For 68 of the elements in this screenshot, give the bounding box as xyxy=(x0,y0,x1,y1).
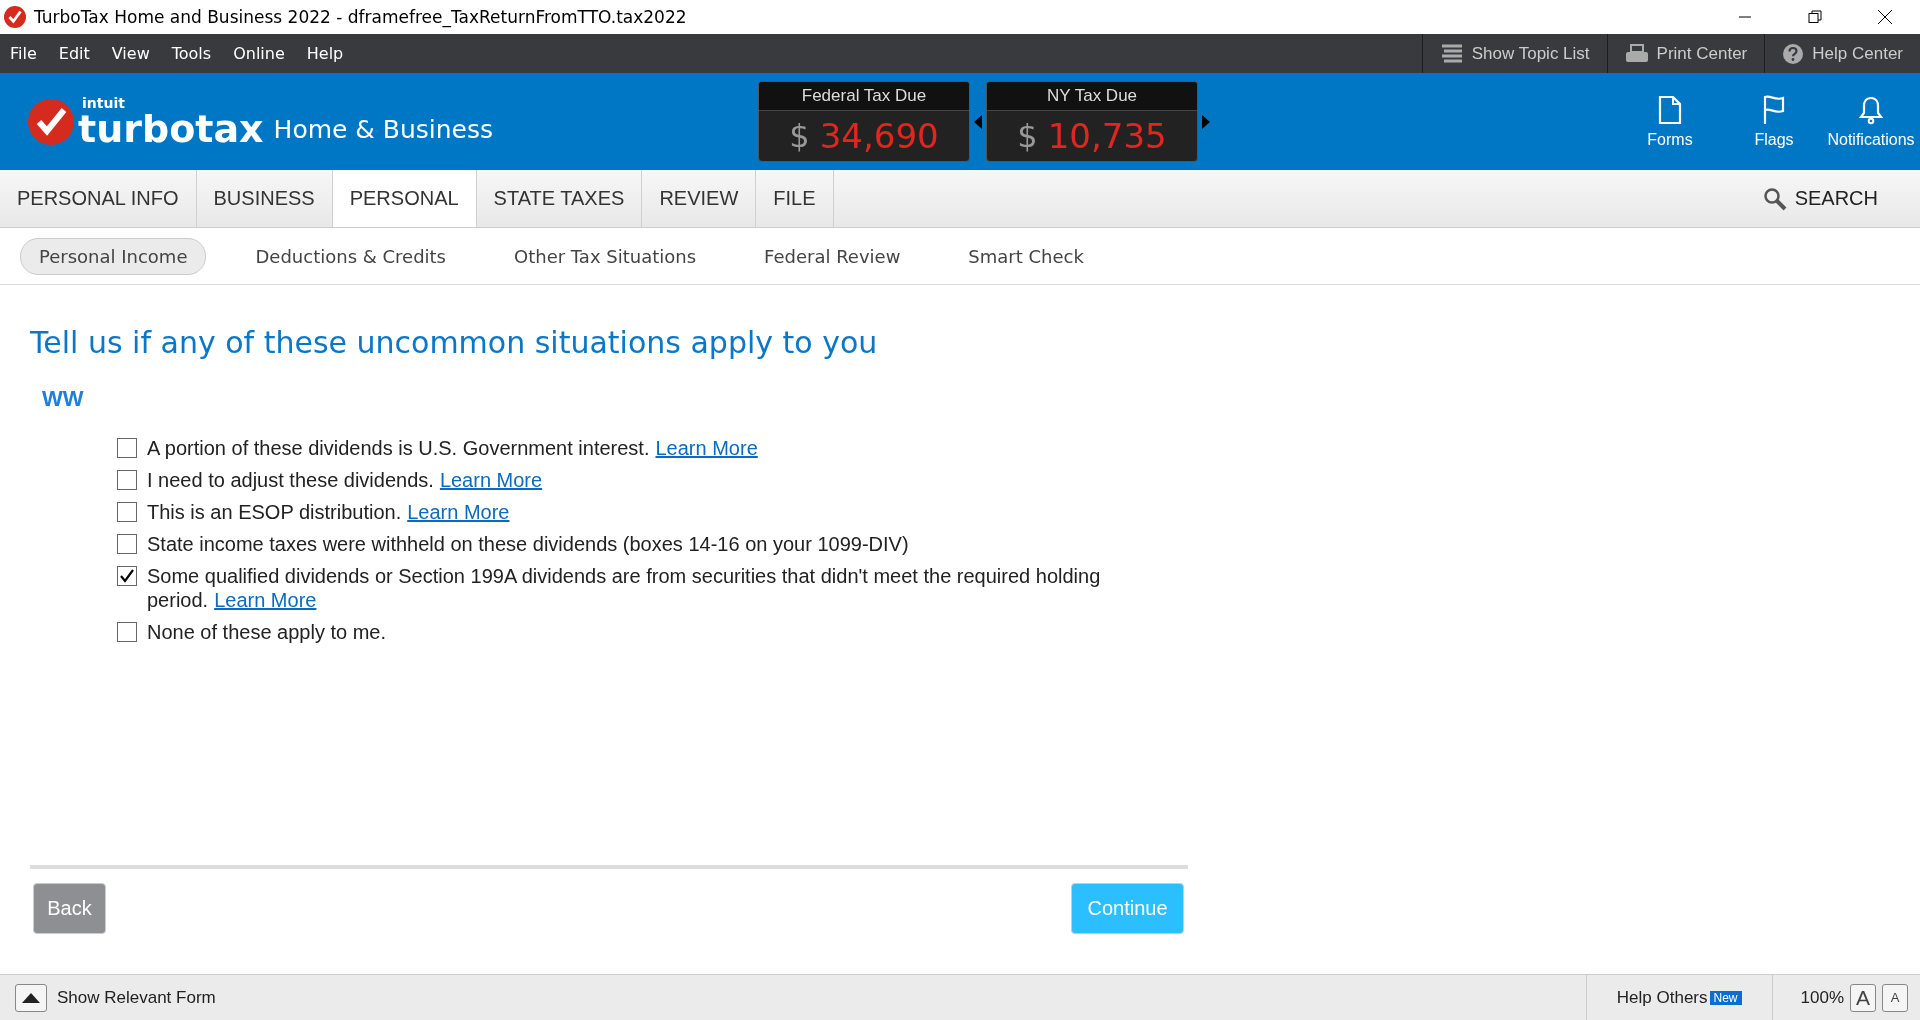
right-arrow-icon[interactable] xyxy=(1202,114,1210,129)
help-icon xyxy=(1782,42,1805,65)
option-label: None of these apply to me. xyxy=(147,620,387,644)
nav-tab[interactable]: PERSONAL INFO xyxy=(0,170,197,227)
bell-icon xyxy=(1858,94,1884,125)
sub-tab[interactable]: Smart Check xyxy=(949,237,1103,275)
printer-icon xyxy=(1624,43,1649,64)
tax-due-title: NY Tax Due xyxy=(987,82,1197,111)
window-title: TurboTax Home and Business 2022 - dframefree_TaxReturnFromTTO.tax2022 xyxy=(34,7,687,27)
search-icon xyxy=(1762,186,1787,211)
option-label: A portion of these dividends is U.S. Government interest. Learn More xyxy=(147,436,758,460)
learn-more-link[interactable]: Learn More xyxy=(407,501,510,523)
header-tool-button[interactable]: Notifications xyxy=(1826,94,1916,149)
left-arrow-icon[interactable] xyxy=(974,114,982,129)
nav-tab[interactable]: PERSONAL xyxy=(332,170,477,227)
app-logo-icon xyxy=(4,6,26,28)
nav-tab[interactable]: STATE TAXES xyxy=(476,170,643,227)
menu-item[interactable]: Tools xyxy=(160,44,223,63)
learn-more-link[interactable]: Learn More xyxy=(655,437,758,459)
learn-more-link[interactable]: Learn More xyxy=(439,469,543,491)
checkbox[interactable] xyxy=(117,622,137,642)
expand-up-button[interactable] xyxy=(15,983,47,1012)
checkbox[interactable] xyxy=(117,438,137,458)
header-tool-button[interactable]: Forms xyxy=(1618,94,1722,149)
sub-tab[interactable]: Personal Income xyxy=(20,237,207,275)
document-icon xyxy=(1657,94,1683,125)
header-tool-button[interactable]: Flags xyxy=(1722,94,1826,149)
triangle-up-icon xyxy=(22,992,40,1003)
status-text[interactable]: Show Relevant Form xyxy=(57,987,216,1008)
checkbox[interactable] xyxy=(117,534,137,554)
checkmark-logo-icon xyxy=(28,98,74,145)
menu-item[interactable]: Help xyxy=(295,44,355,63)
menu-item[interactable]: Online xyxy=(222,44,296,63)
currency-symbol: $ xyxy=(789,117,810,155)
tax-due-amount: 34,690 xyxy=(819,116,939,156)
page-heading: Tell us if any of these uncommon situations apply to you xyxy=(30,325,879,360)
option-label: I need to adjust these dividends. Learn More xyxy=(147,468,543,492)
nav-tab[interactable]: BUSINESS xyxy=(196,170,333,227)
checkbox[interactable] xyxy=(117,470,137,490)
nav-tab[interactable]: REVIEW xyxy=(642,170,757,227)
product-logo: turbotax xyxy=(78,109,264,148)
sub-tab[interactable]: Deductions & Credits xyxy=(236,237,465,275)
sub-tab[interactable]: Federal Review xyxy=(745,237,920,275)
option-label: Some qualified dividends or Section 199A dividends are from securities that didn't meet the required holding period. Learn More xyxy=(147,564,1102,612)
menu-item[interactable]: View xyxy=(100,44,161,63)
section-label: WW xyxy=(42,386,85,412)
font-size-button[interactable]: A xyxy=(1882,983,1908,1012)
maker-logo: intuit xyxy=(82,95,126,110)
product-name: Home & Business xyxy=(273,115,494,144)
menu-item[interactable]: File xyxy=(0,44,48,63)
new-badge: New xyxy=(1709,990,1742,1005)
tax-due-amount: 10,735 xyxy=(1047,116,1167,156)
list-icon xyxy=(1439,43,1464,64)
help-others-link[interactable]: Help Others xyxy=(1616,987,1708,1008)
checkbox[interactable] xyxy=(117,502,137,522)
option-label: State income taxes were withheld on these dividends (boxes 14-16 on your 1099-DIV) xyxy=(147,532,909,556)
sub-tab[interactable]: Other Tax Situations xyxy=(495,237,716,275)
flag-icon xyxy=(1761,94,1787,125)
option-label: This is an ESOP distribution. Learn More xyxy=(147,500,510,524)
search-button[interactable]: SEARCH xyxy=(1762,170,1878,227)
currency-symbol: $ xyxy=(1017,117,1038,155)
font-size-button[interactable]: A xyxy=(1850,983,1876,1012)
menu-item[interactable]: Edit xyxy=(47,44,101,63)
learn-more-link[interactable]: Learn More xyxy=(214,589,317,611)
tax-due-title: Federal Tax Due xyxy=(759,82,969,111)
zoom-level: 100% xyxy=(1800,987,1844,1008)
checkbox[interactable] xyxy=(117,566,137,586)
nav-tab[interactable]: FILE xyxy=(756,170,834,227)
